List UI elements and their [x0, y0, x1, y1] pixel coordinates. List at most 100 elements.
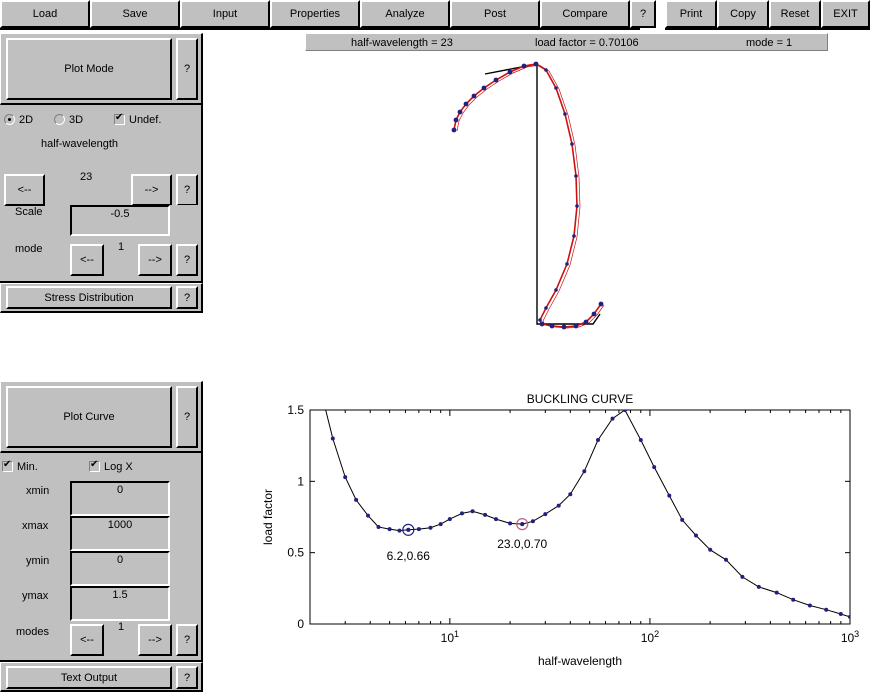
- status-bar: half-wavelength = 23 load factor = 0.701…: [305, 33, 828, 51]
- modes-next-button[interactable]: -->: [138, 624, 172, 656]
- section-node: [451, 127, 457, 133]
- xmax-input[interactable]: 1000: [70, 516, 170, 551]
- post-button[interactable]: Post: [450, 0, 540, 28]
- modes-prev-button[interactable]: <--: [70, 624, 104, 656]
- local-minimum-2-label: 23.0,0.70: [497, 537, 547, 551]
- plot-curve-button[interactable]: Plot Curve: [6, 386, 172, 448]
- buckling-curve-chart: BUCKLING CURVE 0 0.5 1 1.5 load factor 101 102 1…: [250, 388, 870, 673]
- plot-mode-help-button[interactable]: ?: [176, 38, 198, 100]
- chart-title: BUCKLING CURVE: [527, 392, 633, 406]
- exit-button[interactable]: EXIT: [821, 0, 870, 28]
- section-node: [549, 323, 555, 329]
- y-tick-label: 1: [297, 474, 304, 488]
- data-point: [354, 497, 359, 502]
- scale-input[interactable]: -0.5: [70, 205, 170, 236]
- ymin-input[interactable]: 0: [70, 551, 170, 586]
- analyze-button[interactable]: Analyze: [360, 0, 450, 28]
- section-node: [544, 68, 548, 72]
- properties-button[interactable]: Properties: [270, 0, 360, 28]
- print-button[interactable]: Print: [665, 0, 717, 28]
- section-node: [544, 306, 548, 310]
- data-point: [428, 525, 433, 530]
- text-output-help-button[interactable]: ?: [176, 666, 198, 689]
- ymax-input[interactable]: 1.5: [70, 586, 170, 621]
- stress-distribution-button[interactable]: Stress Distribution: [6, 286, 172, 309]
- data-point: [556, 503, 561, 508]
- xmin-input[interactable]: 0: [70, 481, 170, 516]
- section-node: [471, 93, 477, 99]
- x-axis-label: half-wavelength: [538, 654, 622, 668]
- help-button[interactable]: ?: [630, 0, 656, 28]
- data-point: [582, 469, 587, 474]
- cufsm-application-window: Load Save Input Properties Analyze Post Compar…: [0, 0, 870, 692]
- xmax-label: xmax: [22, 520, 49, 532]
- modes-value: 1: [118, 621, 125, 633]
- mode-prev-button[interactable]: <--: [70, 244, 104, 276]
- mode-label: mode: [15, 243, 43, 255]
- checkbox-undeformed[interactable]: [114, 112, 125, 125]
- data-point: [694, 533, 698, 538]
- x-tick-label: 103: [841, 629, 859, 645]
- save-button[interactable]: Save: [90, 0, 180, 28]
- data-point: [530, 519, 535, 524]
- section-node: [539, 321, 545, 327]
- data-point: [756, 584, 761, 589]
- data-point: [494, 517, 498, 522]
- modes-label: modes: [16, 626, 50, 638]
- mode-shape-plot: [400, 52, 700, 352]
- mode-help-button[interactable]: ?: [176, 244, 198, 276]
- data-point: [376, 525, 381, 529]
- checkbox-undeformed-label: Undef.: [129, 114, 162, 126]
- data-point: [438, 522, 443, 527]
- chart-plot-area: [309, 409, 851, 625]
- ymin-label: ymin: [26, 555, 50, 567]
- checkbox-min[interactable]: [2, 459, 13, 472]
- data-point: [343, 475, 348, 480]
- section-node: [574, 174, 578, 178]
- radio-3d-label: 3D: [69, 114, 84, 126]
- xmin-label: xmin: [26, 485, 50, 497]
- local-minimum-1-point: [406, 527, 411, 532]
- scale-label: Scale: [15, 206, 43, 218]
- section-node: [533, 61, 539, 67]
- deformed-section-outline-shadow: [456, 64, 605, 329]
- plot-curve-help-button[interactable]: ?: [176, 386, 198, 448]
- data-point: [366, 513, 370, 518]
- x-tick-label: 101: [441, 629, 459, 645]
- half-wavelength-label: half-wavelength: [41, 138, 119, 150]
- radio-2d[interactable]: [4, 114, 15, 125]
- data-point: [708, 547, 713, 552]
- half-wavelength-help-button[interactable]: ?: [176, 174, 198, 206]
- copy-button[interactable]: Copy: [717, 0, 769, 28]
- data-point: [740, 574, 745, 579]
- section-node: [538, 318, 542, 322]
- load-button[interactable]: Load: [0, 0, 90, 28]
- data-point: [568, 492, 573, 497]
- text-output-button[interactable]: Text Output: [6, 666, 172, 689]
- plot-mode-button[interactable]: Plot Mode: [6, 38, 172, 100]
- radio-3d[interactable]: [54, 114, 65, 125]
- data-point: [543, 512, 548, 517]
- data-point: [397, 528, 402, 533]
- data-point: [330, 436, 335, 441]
- data-point: [724, 557, 728, 562]
- input-button[interactable]: Input: [180, 0, 270, 28]
- data-point: [680, 517, 685, 522]
- half-wavelength-next-button[interactable]: -->: [131, 174, 172, 206]
- checkbox-logx[interactable]: [89, 459, 100, 472]
- deformed-section-outline: [453, 63, 602, 328]
- compare-button[interactable]: Compare: [540, 0, 630, 28]
- half-wavelength-prev-button[interactable]: <--: [4, 174, 45, 206]
- stress-distribution-help-button[interactable]: ?: [176, 286, 198, 309]
- scale-spacer: [170, 205, 198, 236]
- checkbox-logx-label: Log X: [104, 461, 133, 473]
- data-point: [508, 521, 513, 526]
- section-node: [573, 323, 579, 329]
- modes-help-button[interactable]: ?: [176, 624, 198, 656]
- local-minimum-2-point: [520, 522, 525, 527]
- mode-next-button[interactable]: -->: [138, 244, 172, 276]
- reset-button[interactable]: Reset: [769, 0, 821, 28]
- data-point: [470, 509, 475, 514]
- data-point: [483, 512, 488, 517]
- data-point: [807, 603, 812, 608]
